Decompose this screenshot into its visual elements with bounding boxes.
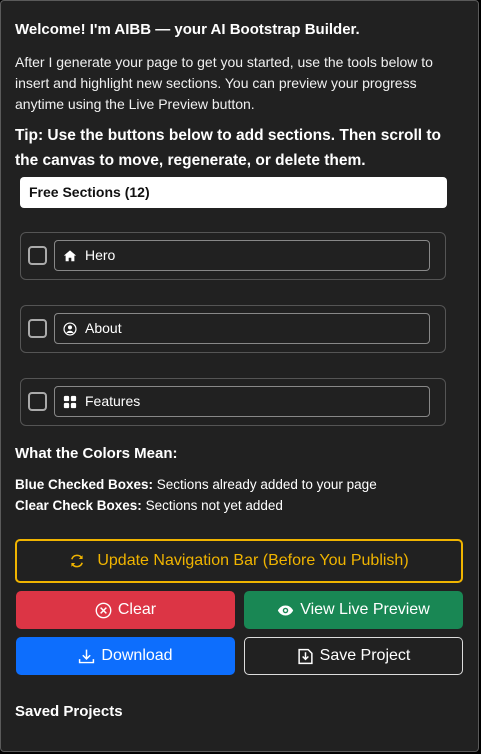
section-checkbox-about[interactable] — [28, 319, 47, 338]
section-checkbox-hero[interactable] — [28, 246, 47, 265]
intro-text: After I generate your page to get you st… — [15, 54, 433, 112]
add-about-button[interactable]: About — [54, 313, 430, 344]
download-icon — [79, 649, 95, 663]
x-circle-icon — [95, 602, 112, 618]
grid-icon — [63, 395, 77, 409]
legend-blue-label: Blue Checked Boxes: — [15, 477, 154, 492]
save-project-label: Save Project — [319, 647, 411, 664]
save-icon — [298, 648, 313, 664]
refresh-icon — [71, 554, 84, 568]
house-icon — [63, 250, 77, 262]
section-checkbox-features[interactable] — [28, 392, 47, 411]
section-row-features: Features — [20, 378, 446, 426]
add-features-button[interactable]: Features — [54, 386, 430, 417]
clear-label: Clear — [117, 601, 157, 618]
saved-projects-heading: Saved Projects — [15, 703, 123, 720]
view-live-preview-label: View Live Preview — [300, 601, 430, 618]
legend-clear-label: Clear Check Boxes: — [15, 498, 142, 513]
view-live-preview-button[interactable]: View Live Preview — [244, 591, 463, 629]
section-label: About — [85, 320, 122, 336]
colors-legend-heading: What the Colors Mean: — [15, 445, 178, 462]
legend-clear-text: Sections not yet added — [141, 498, 283, 513]
update-navbar-button[interactable]: Update Navigation Bar (Before You Publis… — [15, 539, 463, 583]
save-project-button[interactable]: Save Project — [244, 637, 463, 675]
builder-panel: Welcome! I'm AIBB — your AI Bootstrap Bu… — [0, 0, 479, 752]
tip-text: Tip: Use the buttons below to add sectio… — [15, 127, 441, 169]
clear-button[interactable]: Clear — [16, 591, 235, 629]
section-row-hero: Hero — [20, 232, 446, 280]
section-label: Features — [85, 393, 141, 409]
eye-icon — [278, 605, 294, 615]
legend-blue-text: Sections already added to your page — [153, 477, 377, 492]
legend-blue: Blue Checked Boxes: Sections already add… — [15, 477, 377, 492]
add-hero-button[interactable]: Hero — [54, 240, 430, 271]
section-label: Hero — [85, 247, 116, 263]
sections-dropdown[interactable]: Free Sections (12) — [20, 177, 447, 208]
download-button[interactable]: Download — [16, 637, 235, 675]
update-navbar-label: Update Navigation Bar (Before You Publis… — [97, 552, 409, 569]
welcome-heading: Welcome! I'm AIBB — your AI Bootstrap Bu… — [15, 21, 360, 38]
legend-clear: Clear Check Boxes: Sections not yet adde… — [15, 498, 283, 513]
download-label: Download — [101, 647, 173, 664]
section-row-about: About — [20, 305, 446, 353]
person-circle-icon — [63, 322, 77, 336]
